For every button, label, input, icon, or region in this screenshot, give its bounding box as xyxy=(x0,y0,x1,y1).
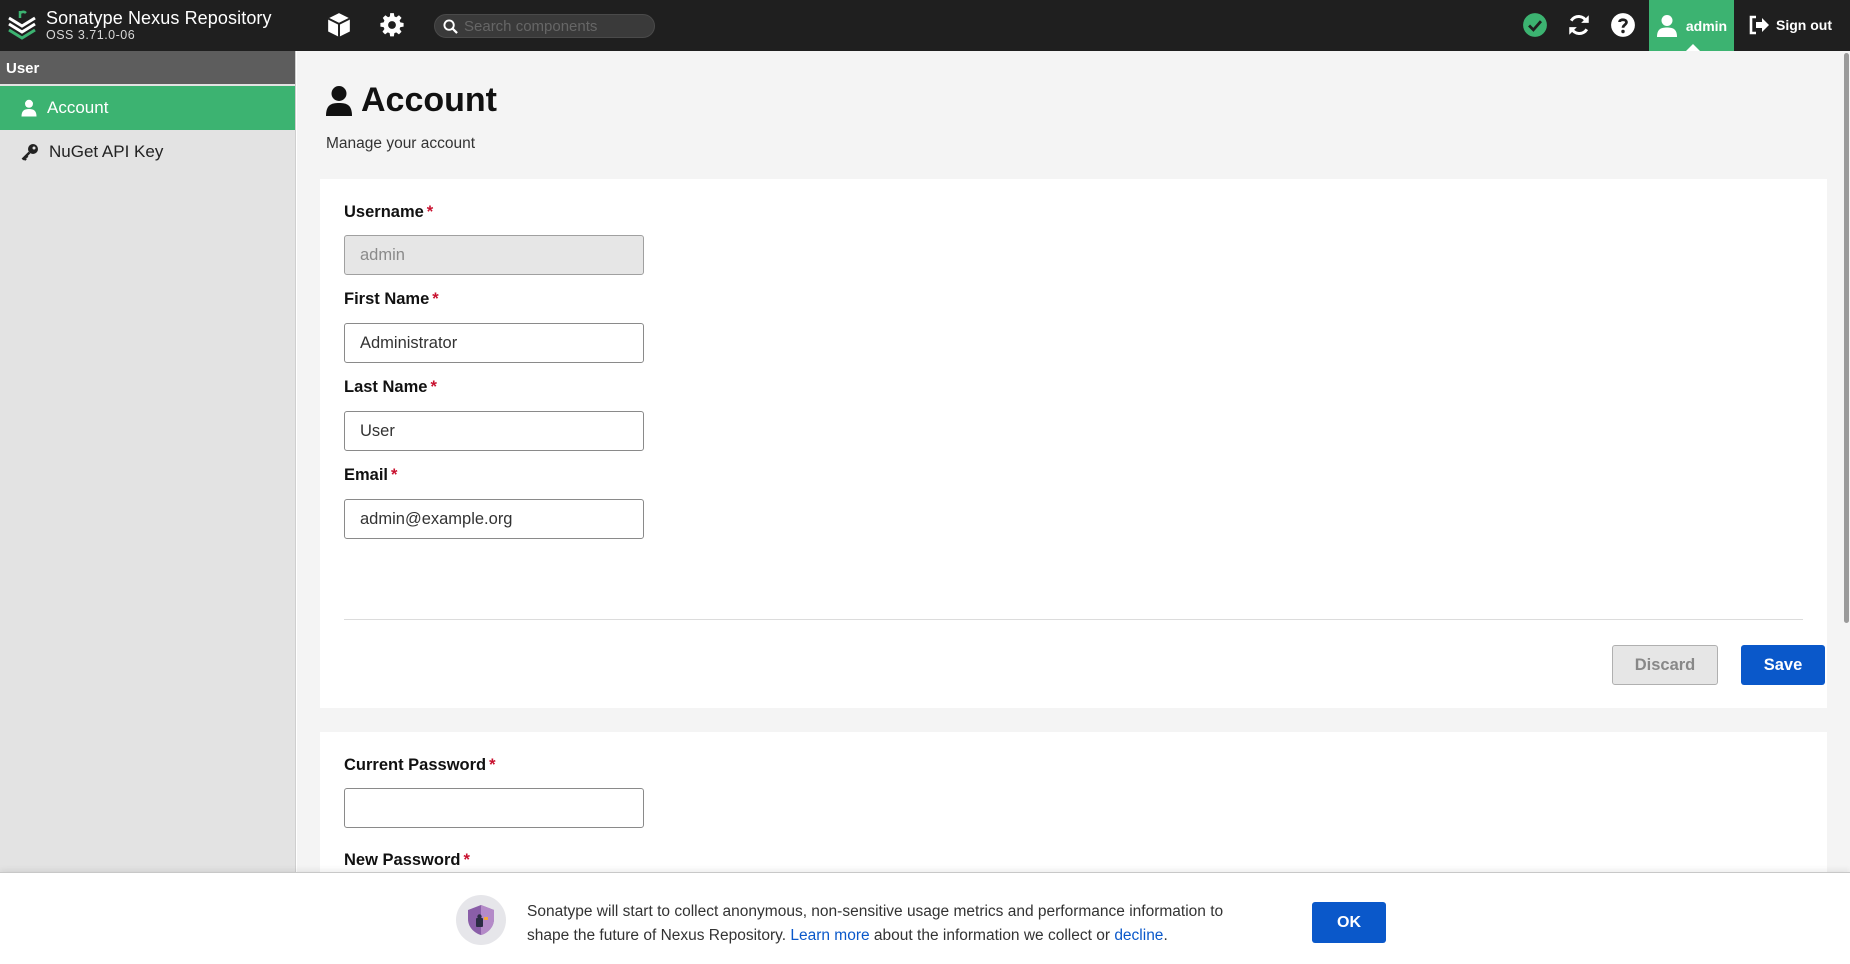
current-password-field[interactable] xyxy=(344,788,644,828)
form-divider xyxy=(344,619,1803,620)
status-ok-icon[interactable] xyxy=(1521,11,1549,39)
user-icon xyxy=(326,85,352,116)
help-icon[interactable] xyxy=(1609,11,1637,39)
main-content: Account Manage your account Username* Fi… xyxy=(297,51,1850,964)
sidebar-item-label: NuGet API Key xyxy=(49,142,164,161)
email-field[interactable] xyxy=(344,499,644,539)
usage-metrics-banner: Sonatype will start to collect anonymous… xyxy=(0,872,1850,964)
search-icon xyxy=(443,18,458,34)
key-icon xyxy=(21,144,38,161)
first-name-field[interactable] xyxy=(344,323,644,363)
sidebar: User Account NuGet API Key xyxy=(0,51,296,964)
decline-link[interactable]: decline xyxy=(1114,927,1163,944)
learn-more-link[interactable]: Learn more xyxy=(790,927,869,944)
sign-out-button[interactable]: Sign out xyxy=(1748,15,1832,35)
search-box[interactable] xyxy=(434,14,655,38)
sign-out-icon xyxy=(1749,15,1769,35)
sign-out-label: Sign out xyxy=(1776,17,1832,33)
app-version: OSS 3.71.0-06 xyxy=(46,27,136,42)
gear-icon[interactable] xyxy=(378,11,406,39)
discard-button[interactable]: Discard xyxy=(1612,645,1718,685)
username-label: Username * xyxy=(344,203,434,221)
top-bar: Sonatype Nexus Repository OSS 3.71.0-06 … xyxy=(0,0,1850,51)
refresh-icon[interactable] xyxy=(1565,11,1593,39)
user-icon xyxy=(1656,14,1677,37)
user-icon xyxy=(21,99,37,117)
browse-cube-icon[interactable] xyxy=(325,11,353,39)
user-caret xyxy=(1686,44,1700,51)
sidebar-header: User xyxy=(0,51,295,84)
scrollbar[interactable] xyxy=(1843,51,1850,964)
last-name-label: Last Name * xyxy=(344,378,437,396)
sidebar-item-label: Account xyxy=(47,98,109,117)
account-form-card: Username* First Name* Last Name* Email* … xyxy=(320,179,1827,708)
last-name-field[interactable] xyxy=(344,411,644,451)
ok-button[interactable]: OK xyxy=(1312,902,1386,943)
privacy-shield-icon xyxy=(456,895,506,945)
page-subtitle: Manage your account xyxy=(326,135,476,152)
user-menu-label: admin xyxy=(1685,17,1728,34)
page-title-text: Account xyxy=(361,81,497,119)
current-password-label: Current Password * xyxy=(344,756,496,774)
search-input[interactable] xyxy=(464,17,644,35)
app-title: Sonatype Nexus Repository xyxy=(46,7,272,28)
scrollbar-thumb[interactable] xyxy=(1844,53,1849,623)
new-password-label: New Password * xyxy=(344,851,470,869)
sidebar-item-nuget-api-key[interactable]: NuGet API Key xyxy=(0,130,295,174)
sonatype-logo-icon xyxy=(8,10,36,40)
save-button[interactable]: Save xyxy=(1741,645,1825,685)
first-name-label: First Name * xyxy=(344,290,439,308)
brand[interactable]: Sonatype Nexus Repository OSS 3.71.0-06 xyxy=(7,8,272,42)
page-title: Account xyxy=(325,81,497,120)
username-field xyxy=(344,235,644,275)
banner-message: Sonatype will start to collect anonymous… xyxy=(527,903,1224,944)
sidebar-item-account[interactable]: Account xyxy=(0,86,295,130)
email-label: Email * xyxy=(344,466,398,484)
